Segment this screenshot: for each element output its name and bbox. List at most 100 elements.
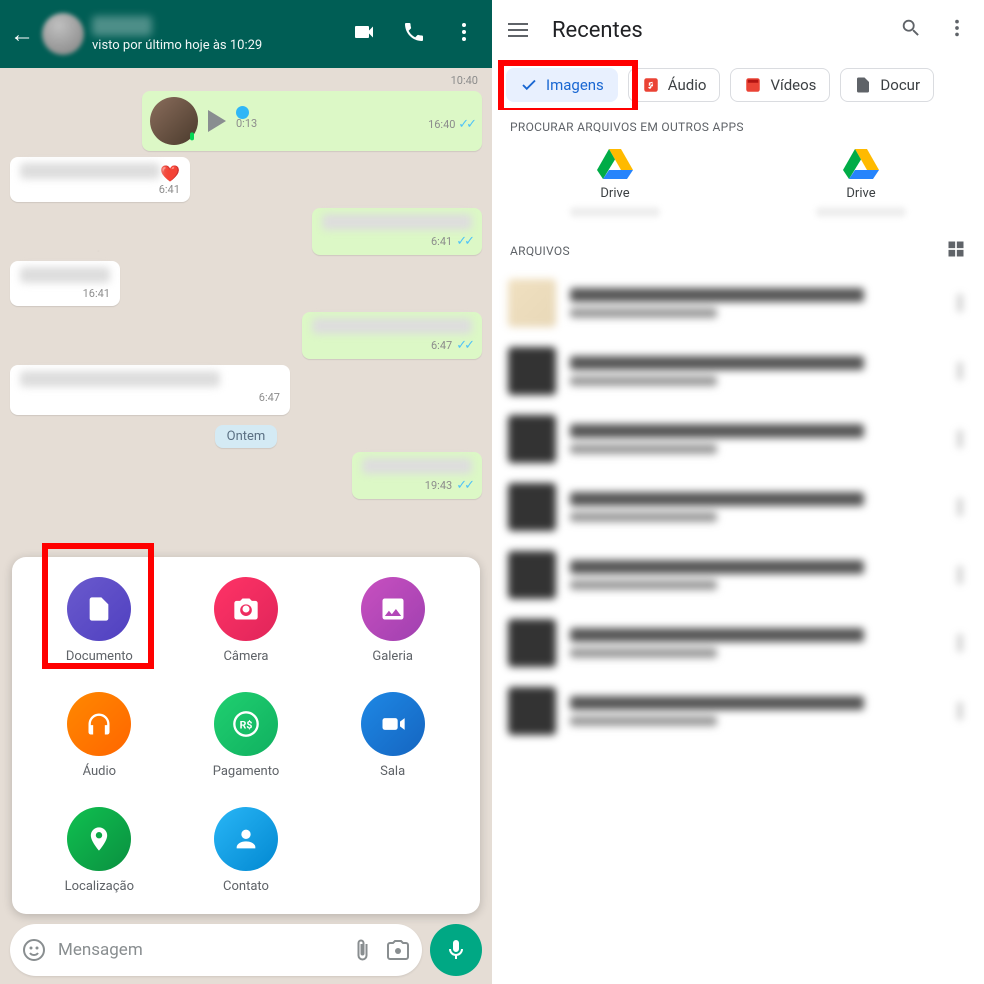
drive-icon bbox=[843, 148, 879, 180]
contact-name bbox=[92, 16, 152, 36]
more-menu-icon[interactable] bbox=[452, 20, 476, 48]
back-arrow-icon[interactable]: ← bbox=[10, 20, 34, 49]
audio-duration: 0:13 bbox=[236, 117, 257, 132]
chip-documents[interactable]: Docur bbox=[840, 68, 934, 102]
file-list[interactable] bbox=[492, 269, 984, 745]
camera-shortcut-icon[interactable] bbox=[386, 938, 410, 962]
payment-icon: R$ bbox=[232, 710, 260, 738]
headphones-icon bbox=[85, 710, 113, 738]
read-ticks-icon: ✓✓ bbox=[456, 338, 472, 353]
file-more-icon[interactable] bbox=[952, 431, 968, 447]
filter-chip-row: Imagens Áudio Vídeos Docur bbox=[492, 60, 984, 110]
app-account bbox=[570, 207, 660, 217]
file-more-icon[interactable] bbox=[952, 363, 968, 379]
other-apps-row: Drive Drive bbox=[492, 140, 984, 233]
more-icon[interactable] bbox=[946, 17, 968, 43]
incoming-message[interactable]: 16:41 bbox=[10, 261, 120, 306]
file-more-icon[interactable] bbox=[952, 567, 968, 583]
emoji-icon[interactable] bbox=[22, 938, 46, 962]
attach-camera[interactable]: Câmera bbox=[173, 577, 320, 664]
attach-audio[interactable]: Áudio bbox=[26, 692, 173, 779]
svg-text:R$: R$ bbox=[240, 719, 253, 732]
read-ticks-icon: ✓✓ bbox=[456, 234, 472, 249]
chat-header: ← visto por último hoje às 10:29 bbox=[0, 0, 492, 68]
voice-record-button[interactable] bbox=[430, 924, 482, 976]
file-row[interactable] bbox=[500, 337, 976, 405]
file-row[interactable] bbox=[500, 269, 976, 337]
message-time: 19:43 bbox=[425, 479, 452, 492]
file-row[interactable] bbox=[500, 405, 976, 473]
mic-icon bbox=[444, 938, 468, 962]
incoming-message[interactable]: 6:47 bbox=[10, 365, 290, 415]
file-row[interactable] bbox=[500, 677, 976, 745]
file-more-icon[interactable] bbox=[952, 703, 968, 719]
contact-avatar[interactable] bbox=[42, 13, 84, 55]
message-input-bar: Mensagem bbox=[10, 924, 482, 976]
attach-location[interactable]: Localização bbox=[26, 807, 173, 894]
attach-document[interactable]: Documento bbox=[26, 577, 173, 664]
file-picker-header: Recentes bbox=[492, 0, 984, 60]
app-drive[interactable]: Drive bbox=[816, 148, 906, 217]
mic-icon bbox=[184, 131, 200, 147]
section-title-other-apps: PROCURAR ARQUIVOS EM OUTROS APPS bbox=[492, 110, 984, 140]
document-icon bbox=[85, 595, 113, 623]
chip-audio[interactable]: Áudio bbox=[628, 68, 721, 102]
audio-time: 16:40 bbox=[428, 118, 455, 131]
attach-label: Áudio bbox=[83, 764, 116, 779]
app-label: Drive bbox=[846, 186, 875, 201]
attach-label: Galeria bbox=[372, 649, 413, 664]
whatsapp-chat-pane: ← visto por último hoje às 10:29 10:40 bbox=[0, 0, 492, 984]
attach-gallery[interactable]: Galeria bbox=[319, 577, 466, 664]
audio-icon bbox=[642, 76, 660, 94]
outgoing-message[interactable]: 19:43 ✓✓ bbox=[352, 452, 482, 499]
input-placeholder: Mensagem bbox=[58, 940, 338, 960]
date-chip: Ontem bbox=[215, 425, 278, 448]
outgoing-message[interactable]: 6:41✓✓ bbox=[312, 208, 482, 255]
file-more-icon[interactable] bbox=[952, 295, 968, 311]
app-account bbox=[816, 207, 906, 217]
read-ticks-icon: ✓✓ bbox=[456, 478, 472, 493]
search-icon[interactable] bbox=[900, 17, 922, 43]
audio-message-out[interactable]: 0:13 16:40 ✓✓ bbox=[142, 91, 482, 151]
doc-icon bbox=[854, 76, 872, 94]
attach-icon[interactable] bbox=[350, 938, 374, 962]
attach-contact[interactable]: Contato bbox=[173, 807, 320, 894]
chip-label: Áudio bbox=[668, 76, 707, 94]
message-time: 6:41 bbox=[20, 183, 180, 196]
grid-view-icon[interactable] bbox=[946, 239, 966, 263]
message-input[interactable]: Mensagem bbox=[10, 924, 422, 976]
tutorial-highlight bbox=[498, 60, 638, 110]
attach-room[interactable]: Sala bbox=[319, 692, 466, 779]
page-title: Recentes bbox=[552, 18, 876, 43]
app-drive[interactable]: Drive bbox=[570, 148, 660, 217]
video-call-icon[interactable] bbox=[352, 20, 376, 48]
menu-icon[interactable] bbox=[508, 19, 528, 41]
file-more-icon[interactable] bbox=[952, 635, 968, 651]
incoming-message[interactable]: ❤️ 6:41 bbox=[10, 157, 190, 202]
play-icon[interactable] bbox=[208, 110, 226, 132]
attach-label: Pagamento bbox=[213, 764, 280, 779]
video-room-icon bbox=[379, 710, 407, 738]
outgoing-message[interactable]: 6:47 ✓✓ bbox=[302, 312, 482, 359]
drive-icon bbox=[597, 148, 633, 180]
location-icon bbox=[85, 825, 113, 853]
attach-label: Localização bbox=[65, 879, 134, 894]
voice-call-icon[interactable] bbox=[402, 20, 426, 48]
chip-videos[interactable]: Vídeos bbox=[730, 68, 830, 102]
message-time: 6:47 bbox=[20, 391, 280, 404]
attach-payment[interactable]: R$ Pagamento bbox=[173, 692, 320, 779]
file-row[interactable] bbox=[500, 541, 976, 609]
message-time: 10:40 bbox=[10, 74, 482, 87]
contact-icon bbox=[232, 825, 260, 853]
message-time: 16:41 bbox=[20, 287, 110, 300]
file-row[interactable] bbox=[500, 609, 976, 677]
attachment-sheet: Documento Câmera Galeria Áudio R$ Pagame… bbox=[12, 557, 480, 914]
file-row[interactable] bbox=[500, 473, 976, 541]
read-ticks-icon: ✓✓ bbox=[458, 117, 474, 132]
file-picker-pane: Recentes Imagens Áudio Vídeos Docur PROC… bbox=[492, 0, 984, 984]
chip-label: Vídeos bbox=[770, 76, 816, 94]
message-time: 6:47 bbox=[431, 339, 452, 352]
file-more-icon[interactable] bbox=[952, 499, 968, 515]
contact-info[interactable]: visto por último hoje às 10:29 bbox=[92, 16, 344, 53]
audio-sender-avatar bbox=[150, 97, 198, 145]
